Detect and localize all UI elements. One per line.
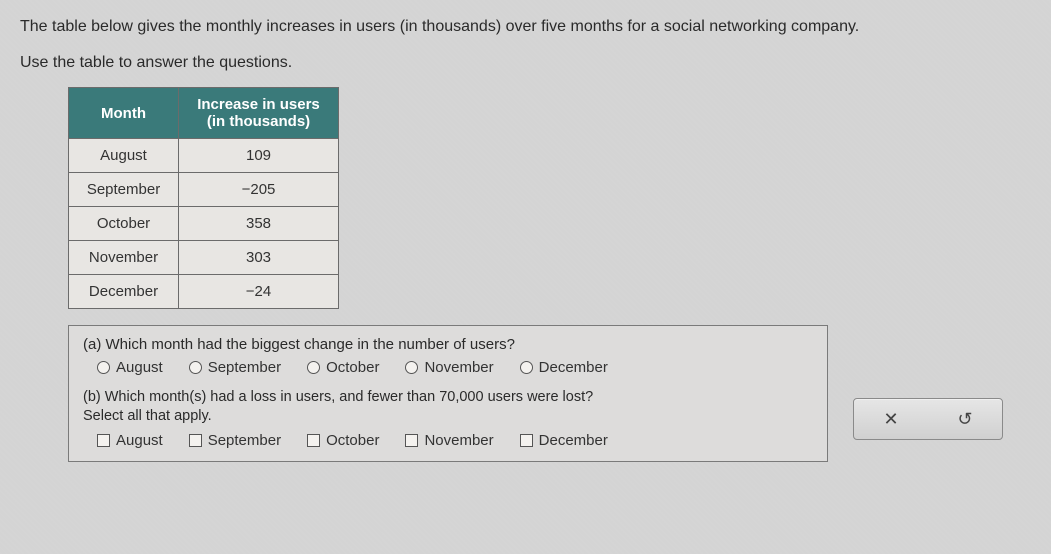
radio-option-august[interactable]: August — [97, 359, 163, 376]
question-b-text: (b) Which month(s) had a loss in users, … — [83, 389, 593, 405]
question-a-prompt: (a) Which month had the biggest change i… — [83, 336, 813, 353]
question-b-prompt: (b) Which month(s) had a loss in users, … — [83, 388, 813, 426]
radio-option-october[interactable]: October — [307, 359, 379, 376]
cell-month: August — [69, 139, 179, 173]
cell-month: September — [69, 173, 179, 207]
option-label: September — [208, 359, 281, 376]
radio-icon — [189, 361, 202, 374]
checkbox-option-september[interactable]: September — [189, 432, 281, 449]
question-a-options: August September October November Decemb… — [97, 359, 813, 376]
cell-month: October — [69, 207, 179, 241]
checkbox-option-august[interactable]: August — [97, 432, 163, 449]
intro-line-1: The table below gives the monthly increa… — [20, 14, 1031, 40]
option-label: November — [424, 432, 493, 449]
radio-option-november[interactable]: November — [405, 359, 493, 376]
col-header-increase: Increase in users (in thousands) — [179, 88, 339, 139]
option-label: August — [116, 359, 163, 376]
cell-value: −24 — [179, 275, 339, 309]
question-b-options: August September October November Decemb… — [97, 432, 813, 449]
checkbox-option-october[interactable]: October — [307, 432, 379, 449]
table-row: August 109 — [69, 139, 339, 173]
question-b-sub: Select all that apply. — [83, 408, 212, 424]
radio-icon — [97, 361, 110, 374]
option-label: September — [208, 432, 281, 449]
table-row: December −24 — [69, 275, 339, 309]
radio-icon — [307, 361, 320, 374]
option-label: October — [326, 432, 379, 449]
intro-line-2: Use the table to answer the questions. — [20, 50, 1031, 76]
radio-option-december[interactable]: December — [520, 359, 608, 376]
checkbox-option-december[interactable]: December — [520, 432, 608, 449]
action-panel: ✕ ↺ — [853, 398, 1003, 440]
question-box: (a) Which month had the biggest change i… — [68, 325, 828, 462]
checkbox-icon — [189, 434, 202, 447]
cell-value: −205 — [179, 173, 339, 207]
cell-value: 303 — [179, 241, 339, 275]
option-label: December — [539, 432, 608, 449]
data-table: Month Increase in users (in thousands) A… — [68, 87, 339, 309]
close-icon: ✕ — [883, 409, 898, 430]
radio-option-september[interactable]: September — [189, 359, 281, 376]
table-row: October 358 — [69, 207, 339, 241]
option-label: October — [326, 359, 379, 376]
reset-button[interactable]: ↺ — [952, 406, 978, 432]
option-label: August — [116, 432, 163, 449]
checkbox-icon — [520, 434, 533, 447]
cell-month: November — [69, 241, 179, 275]
close-button[interactable]: ✕ — [878, 406, 904, 432]
checkbox-icon — [307, 434, 320, 447]
checkbox-icon — [405, 434, 418, 447]
cell-month: December — [69, 275, 179, 309]
option-label: December — [539, 359, 608, 376]
cell-value: 358 — [179, 207, 339, 241]
table-row: November 303 — [69, 241, 339, 275]
checkbox-icon — [97, 434, 110, 447]
data-table-wrap: Month Increase in users (in thousands) A… — [68, 87, 1031, 309]
reset-icon: ↺ — [957, 409, 972, 430]
col-header-month: Month — [69, 88, 179, 139]
problem-intro: The table below gives the monthly increa… — [20, 14, 1031, 75]
radio-icon — [405, 361, 418, 374]
cell-value: 109 — [179, 139, 339, 173]
radio-icon — [520, 361, 533, 374]
option-label: November — [424, 359, 493, 376]
checkbox-option-november[interactable]: November — [405, 432, 493, 449]
table-row: September −205 — [69, 173, 339, 207]
